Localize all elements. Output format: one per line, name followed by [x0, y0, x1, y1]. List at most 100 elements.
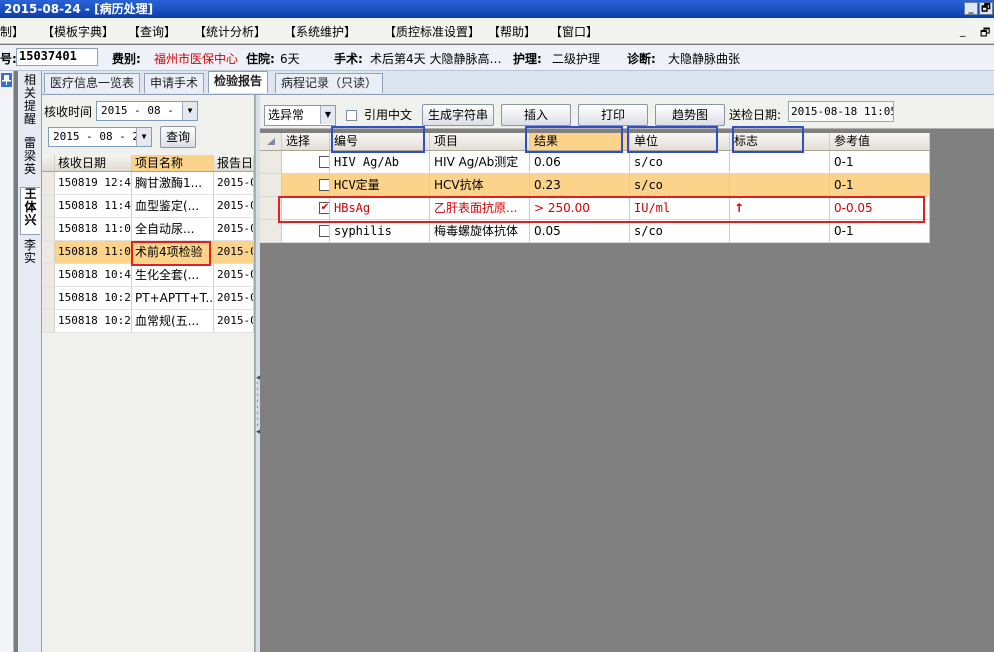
result-row[interactable]: HIV Ag/Ab HIV Ag/Ab测定 0.06 s/co 0-1	[260, 151, 930, 174]
side-tab-doctor-2[interactable]: 王体兴	[20, 187, 40, 235]
select-checkbox[interactable]	[319, 179, 329, 191]
result-row[interactable]: ✔ HBsAg 乙肝表面抗原... > 250.00 IU/ml ↑ 0-0.05	[260, 197, 930, 220]
side-tab-doctor-1[interactable]: 雷梁英	[20, 137, 40, 181]
item-name-cell: PT+APTT+T...	[132, 287, 214, 309]
side-tabs: 相关提醒 雷梁英 王体兴 李实	[18, 71, 42, 652]
tab-lab-report[interactable]: 检验报告	[208, 71, 269, 93]
lab-list-row[interactable]: 150819 12:41胸甘激酶1...2015-08	[42, 172, 254, 195]
date-from-dropdown-icon[interactable]: ▼	[182, 102, 197, 120]
nursing-label: 护理:	[513, 52, 542, 66]
filter-select[interactable]: 选异常 ▼	[264, 105, 336, 126]
stay-value: 6天	[280, 52, 300, 66]
col-item[interactable]: 项目	[430, 133, 530, 150]
diagnosis-value: 大隐静脉曲张	[668, 52, 741, 66]
reference-cell: 0-1	[830, 174, 930, 196]
date-from-value: 2015 - 08 - 18	[101, 104, 194, 117]
lab-detail-panel: 选异常 ▼ 引用中文 生成字符串 插入 打印 趋势图 送检日期: 2015-08…	[260, 95, 994, 652]
col-flag[interactable]: 标志	[730, 133, 830, 150]
nursing-value: 二级护理	[552, 52, 601, 66]
date-to-dropdown-icon[interactable]: ▼	[136, 128, 151, 146]
filter-dropdown-icon[interactable]: ▼	[320, 106, 335, 124]
code-cell: HBsAg	[330, 197, 430, 219]
report-date-cell: 2015-08	[214, 218, 254, 240]
menu-item-help[interactable]: 【帮助】	[488, 23, 536, 40]
report-date-cell: 2015-08	[214, 310, 254, 332]
lab-list-row[interactable]: 150818 10:41生化全套(...2015-08	[42, 264, 254, 287]
insert-button[interactable]: 插入	[501, 104, 571, 126]
select-cell[interactable]: ✔	[282, 197, 330, 219]
col-result[interactable]: 结果	[530, 133, 630, 150]
result-row[interactable]: syphilis 梅毒螺旋体抗体 0.05 s/co 0-1	[260, 220, 930, 243]
result-row[interactable]: HCV定量 HCV抗体 0.23 s/co 0-1	[260, 174, 930, 197]
item-cell: 乙肝表面抗原...	[430, 197, 530, 219]
menu-item-control[interactable]: 制】	[0, 23, 24, 40]
minimize-button[interactable]: _	[964, 2, 978, 15]
report-date-cell: 2015-08	[214, 264, 254, 286]
flag-cell	[730, 174, 830, 196]
item-name-cell: 术前4项检验	[132, 241, 214, 263]
receive-date-cell: 150818 11:07	[55, 218, 132, 240]
select-cell[interactable]	[282, 174, 330, 196]
menu-item-query[interactable]: 【查询】	[128, 23, 176, 40]
menu-item-template-dictionary[interactable]: 【模板字典】	[42, 23, 114, 40]
row-indicator	[42, 172, 55, 194]
row-indicator	[260, 220, 282, 242]
select-cell[interactable]	[282, 220, 330, 242]
lab-list-row[interactable]: 150818 10:23血常规(五...2015-08	[42, 310, 254, 333]
menu-item-system-maintenance[interactable]: 【系统维护】	[284, 23, 356, 40]
col-reference[interactable]: 参考值	[830, 133, 930, 150]
row-indicator	[260, 151, 282, 173]
generate-string-button[interactable]: 生成字符串	[422, 104, 494, 126]
pin-icon[interactable]	[1, 73, 12, 87]
trend-chart-button[interactable]: 趋势图	[655, 104, 725, 126]
side-tab-reminder[interactable]: 相关提醒	[20, 74, 40, 130]
code-cell: syphilis	[330, 220, 430, 242]
col-item-name[interactable]: 项目名称	[132, 155, 214, 171]
report-date-cell: 2015-08	[214, 195, 254, 217]
lab-list-row[interactable]: 150818 11:07全自动尿...2015-08	[42, 218, 254, 241]
surgery-value: 术后第4天 大隐静脉高…	[370, 52, 502, 66]
module-tabs: 医疗信息一览表 申请手术 检验报告 病程记录（只读）	[42, 71, 994, 95]
tab-apply-surgery[interactable]: 申请手术	[144, 73, 205, 93]
col-code[interactable]: 编号	[330, 133, 430, 150]
cite-chinese-checkbox[interactable]	[346, 108, 357, 122]
tab-progress-notes[interactable]: 病程记录（只读）	[275, 73, 384, 93]
menu-restore-button[interactable]: 🗗	[980, 24, 990, 43]
lab-list-row[interactable]: 150818 11:49血型鉴定(...2015-08	[42, 195, 254, 218]
reference-cell: 0-1	[830, 220, 930, 242]
menu-item-qc-settings[interactable]: 【质控标准设置】	[384, 23, 480, 40]
lab-list-row[interactable]: 150818 10:25PT+APTT+T...2015-08	[42, 287, 254, 310]
lab-list-header: 核收日期 项目名称 报告日	[42, 155, 254, 172]
print-button[interactable]: 打印	[578, 104, 648, 126]
unit-cell: s/co	[630, 174, 730, 196]
col-select[interactable]: 选择	[282, 133, 330, 150]
result-grid-header: 选择 编号 项目 结果 单位 标志 参考值	[260, 133, 930, 151]
col-receive-date[interactable]: 核收日期	[55, 155, 132, 171]
select-checkbox[interactable]	[319, 225, 329, 237]
query-button[interactable]: 查询	[160, 126, 196, 148]
col-unit[interactable]: 单位	[630, 133, 730, 150]
receive-time-label: 核收时间	[44, 105, 93, 119]
side-tab-doctor-3[interactable]: 李实	[20, 239, 40, 271]
col-report-date[interactable]: 报告日	[214, 155, 254, 171]
receive-date-cell: 150818 10:41	[55, 264, 132, 286]
menu-bar: 制】 【模板字典】 【查询】 【统计分析】 【系统维护】 【质控标准设置】 【帮…	[0, 18, 994, 44]
result-cell: > 250.00	[530, 197, 630, 219]
menu-item-statistics[interactable]: 【统计分析】	[194, 23, 266, 40]
select-checkbox[interactable]	[319, 156, 329, 168]
item-name-cell: 全自动尿...	[132, 218, 214, 240]
select-cell[interactable]	[282, 151, 330, 173]
window-title-bar: 2015-08-24 - [病历处理] _ 🗗	[0, 0, 994, 18]
menu-item-window[interactable]: 【窗口】	[550, 23, 598, 40]
submit-date-field[interactable]: 2015-08-18 11:05:	[788, 101, 894, 122]
menu-minimize-button[interactable]: _	[960, 24, 966, 37]
report-date-cell: 2015-08	[214, 172, 254, 194]
select-checkbox[interactable]: ✔	[319, 202, 329, 214]
lab-list-row[interactable]: 150818 11:05术前4项检验2015-08	[42, 241, 254, 264]
date-to-input[interactable]: 2015 - 08 - 24 ▼	[48, 127, 152, 147]
restore-button[interactable]: 🗗	[979, 2, 993, 15]
patient-info-bar: 号: 15037401 费别: 福州市医保中心 住院: 6天 手术: 术后第4天…	[0, 45, 994, 71]
date-from-input[interactable]: 2015 - 08 - 18 ▼	[96, 101, 198, 121]
cite-chinese-label: 引用中文	[364, 108, 413, 122]
tab-medical-overview[interactable]: 医疗信息一览表	[44, 73, 141, 93]
